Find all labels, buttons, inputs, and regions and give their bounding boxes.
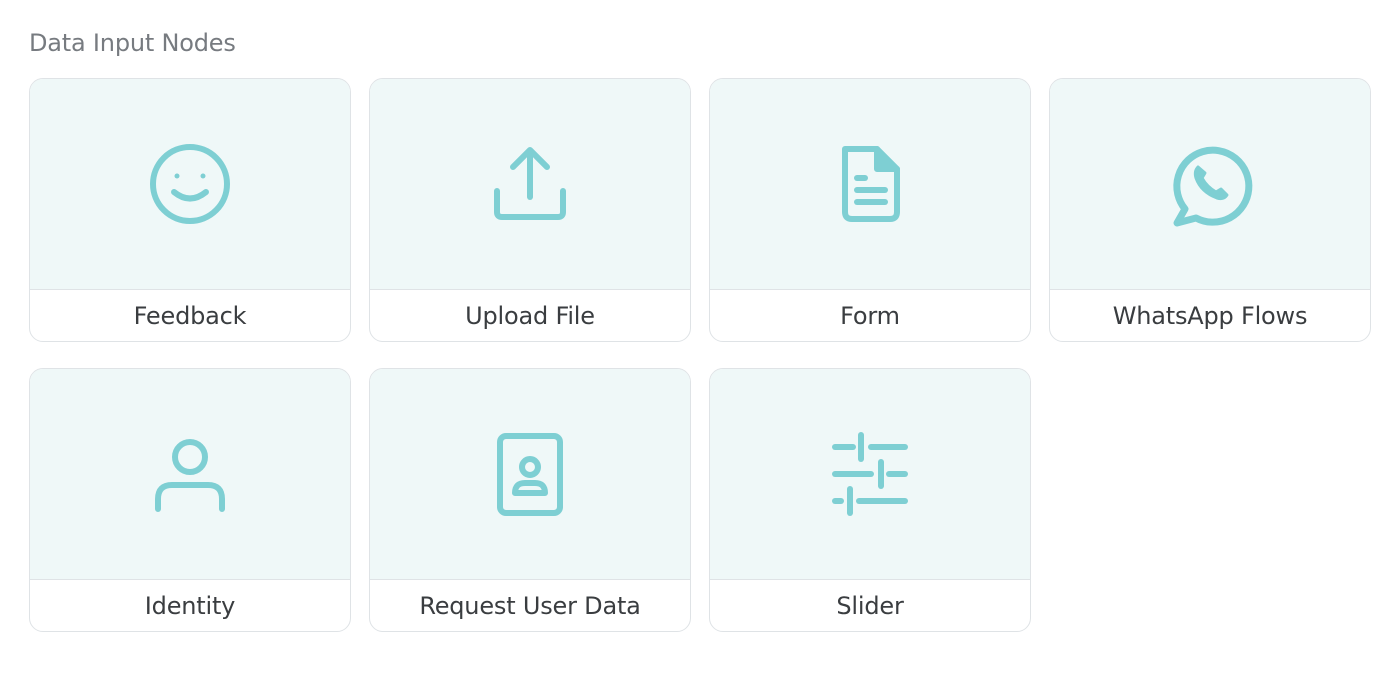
node-icon-area [1050, 79, 1370, 290]
sliders-icon [832, 432, 908, 516]
node-card-slider[interactable]: Slider [709, 368, 1031, 632]
node-label-feedback: Feedback [133, 301, 247, 330]
document-icon [842, 146, 900, 222]
node-card-feedback[interactable]: Feedback [29, 78, 351, 342]
node-label-identity: Identity [144, 591, 236, 620]
node-icon-area [30, 369, 350, 580]
node-label-whatsapp-flows: WhatsApp Flows [1112, 301, 1308, 330]
user-icon [155, 439, 225, 512]
node-grid: Feedback Upload File Form WhatsApp Flows… [29, 78, 1371, 632]
whatsapp-icon [1173, 146, 1253, 227]
node-icon-area [710, 79, 1030, 290]
node-icon-area [370, 369, 690, 580]
node-card-request-user-data[interactable]: Request User Data [369, 368, 691, 632]
node-label-slider: Slider [836, 591, 904, 620]
node-card-upload-file[interactable]: Upload File [369, 78, 691, 342]
node-icon-area [30, 79, 350, 290]
node-icon-area [710, 369, 1030, 580]
node-label-form: Form [840, 301, 900, 330]
smiley-face-icon [150, 144, 230, 224]
node-card-form[interactable]: Form [709, 78, 1031, 342]
node-icon-area [370, 79, 690, 290]
contact-card-icon [497, 433, 563, 516]
upload-icon [494, 147, 566, 220]
section-title: Data Input Nodes [29, 29, 236, 57]
node-label-request-user-data: Request User Data [419, 591, 641, 620]
node-card-whatsapp-flows[interactable]: WhatsApp Flows [1049, 78, 1371, 342]
node-card-identity[interactable]: Identity [29, 368, 351, 632]
node-label-upload-file: Upload File [465, 301, 595, 330]
